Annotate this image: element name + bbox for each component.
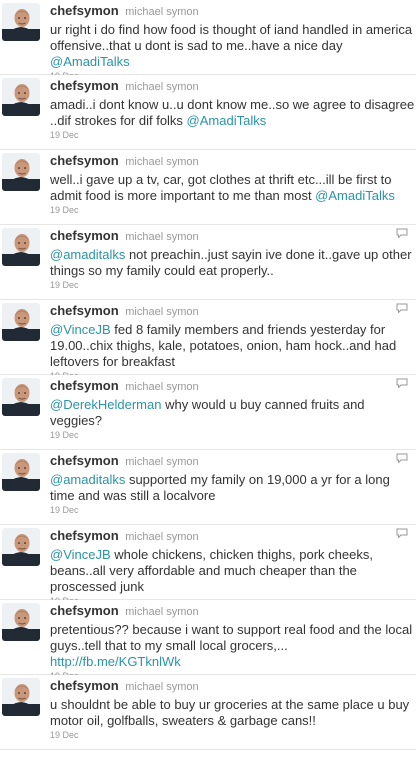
tweet-full-name: michael symon	[125, 6, 199, 18]
tweet-text: pretentious?? because i want to support …	[50, 622, 416, 670]
reply-icon[interactable]	[396, 378, 408, 388]
tweet-timeline: chefsymon michael symon ur right i do fi…	[0, 0, 416, 750]
tweet-full-name: michael symon	[125, 531, 199, 543]
tweet-link[interactable]: @VinceJB	[50, 547, 111, 562]
avatar-icon	[2, 3, 40, 41]
tweet-screen-name[interactable]: chefsymon	[50, 378, 119, 393]
tweet-item: chefsymon michael symon @DerekHelderman …	[0, 375, 416, 450]
tweet-link[interactable]: http://fb.me/KGTknlWk	[50, 654, 181, 669]
tweet-full-name: michael symon	[125, 606, 199, 618]
reply-icon[interactable]	[396, 303, 408, 313]
tweet-text: @VinceJB whole chickens, chicken thighs,…	[50, 547, 416, 595]
tweet-screen-name[interactable]: chefsymon	[50, 303, 119, 318]
tweet-full-name: michael symon	[125, 81, 199, 93]
avatar-icon	[2, 453, 40, 491]
avatar-icon	[2, 78, 40, 116]
tweet-timestamp[interactable]: 19 Dec	[50, 730, 416, 741]
avatar[interactable]	[2, 378, 40, 416]
tweet-full-name: michael symon	[125, 231, 199, 243]
tweet-text: ur right i do find how food is thought o…	[50, 22, 416, 70]
reply-icon[interactable]	[396, 528, 408, 538]
tweet-item: chefsymon michael symon @VinceJB fed 8 f…	[0, 300, 416, 381]
tweet-item: chefsymon michael symon @VinceJB whole c…	[0, 525, 416, 606]
tweet-timestamp[interactable]: 19 Dec	[50, 130, 416, 141]
tweet-text: @amaditalks supported my family on 19,00…	[50, 472, 416, 504]
avatar-icon	[2, 528, 40, 566]
tweet-timestamp[interactable]: 19 Dec	[50, 505, 416, 516]
tweet-timestamp[interactable]: 19 Dec	[50, 280, 416, 291]
avatar-icon	[2, 303, 40, 341]
tweet-text: @VinceJB fed 8 family members and friend…	[50, 322, 416, 370]
tweet-screen-name[interactable]: chefsymon	[50, 528, 119, 543]
avatar-icon	[2, 603, 40, 641]
tweet-link[interactable]: @amaditalks	[50, 472, 125, 487]
tweet-text: well..i gave up a tv, car, got clothes a…	[50, 172, 416, 204]
tweet-text: @DerekHelderman why would u buy canned f…	[50, 397, 416, 429]
tweet-item: chefsymon michael symon pretentious?? be…	[0, 600, 416, 681]
avatar[interactable]	[2, 528, 40, 566]
tweet-screen-name[interactable]: chefsymon	[50, 453, 119, 468]
tweet-screen-name[interactable]: chefsymon	[50, 78, 119, 93]
avatar[interactable]	[2, 303, 40, 341]
tweet-item: chefsymon michael symon u shouldnt be ab…	[0, 675, 416, 750]
tweet-link[interactable]: @DerekHelderman	[50, 397, 161, 412]
avatar[interactable]	[2, 228, 40, 266]
avatar[interactable]	[2, 3, 40, 41]
tweet-link[interactable]: @AmadiTalks	[315, 188, 395, 203]
tweet-text-prefix: u shouldnt be able to buy ur groceries a…	[50, 697, 410, 728]
tweet-link[interactable]: @AmadiTalks	[50, 54, 130, 69]
reply-icon[interactable]	[396, 453, 408, 463]
tweet-item: chefsymon michael symon amadi..i dont kn…	[0, 75, 416, 150]
tweet-timestamp[interactable]: 19 Dec	[50, 430, 416, 441]
tweet-text-prefix: pretentious?? because i want to support …	[50, 622, 413, 653]
avatar[interactable]	[2, 78, 40, 116]
tweet-link[interactable]: @amaditalks	[50, 247, 125, 262]
avatar-icon	[2, 228, 40, 266]
tweet-screen-name[interactable]: chefsymon	[50, 153, 119, 168]
tweet-screen-name[interactable]: chefsymon	[50, 3, 119, 18]
avatar-icon	[2, 378, 40, 416]
tweet-item: chefsymon michael symon @amaditalks supp…	[0, 450, 416, 525]
avatar[interactable]	[2, 153, 40, 191]
avatar-icon	[2, 678, 40, 716]
tweet-timestamp[interactable]: 19 Dec	[50, 205, 416, 216]
tweet-full-name: michael symon	[125, 306, 199, 318]
avatar[interactable]	[2, 453, 40, 491]
tweet-text-prefix: ur right i do find how food is thought o…	[50, 22, 413, 53]
tweet-screen-name[interactable]: chefsymon	[50, 228, 119, 243]
tweet-text: amadi..i dont know u..u dont know me..so…	[50, 97, 416, 129]
tweet-full-name: michael symon	[125, 681, 199, 693]
avatar[interactable]	[2, 678, 40, 716]
tweet-item: chefsymon michael symon ur right i do fi…	[0, 0, 416, 81]
tweet-full-name: michael symon	[125, 156, 199, 168]
avatar-icon	[2, 153, 40, 191]
avatar[interactable]	[2, 603, 40, 641]
tweet-link[interactable]: @AmadiTalks	[187, 113, 267, 128]
tweet-item: chefsymon michael symon well..i gave up …	[0, 150, 416, 225]
tweet-full-name: michael symon	[125, 456, 199, 468]
tweet-text: u shouldnt be able to buy ur groceries a…	[50, 697, 416, 729]
tweet-text: @amaditalks not preachin..just sayin ive…	[50, 247, 416, 279]
tweet-item: chefsymon michael symon @amaditalks not …	[0, 225, 416, 300]
tweet-screen-name[interactable]: chefsymon	[50, 603, 119, 618]
reply-icon[interactable]	[396, 228, 408, 238]
tweet-full-name: michael symon	[125, 381, 199, 393]
tweet-link[interactable]: @VinceJB	[50, 322, 111, 337]
tweet-screen-name[interactable]: chefsymon	[50, 678, 119, 693]
